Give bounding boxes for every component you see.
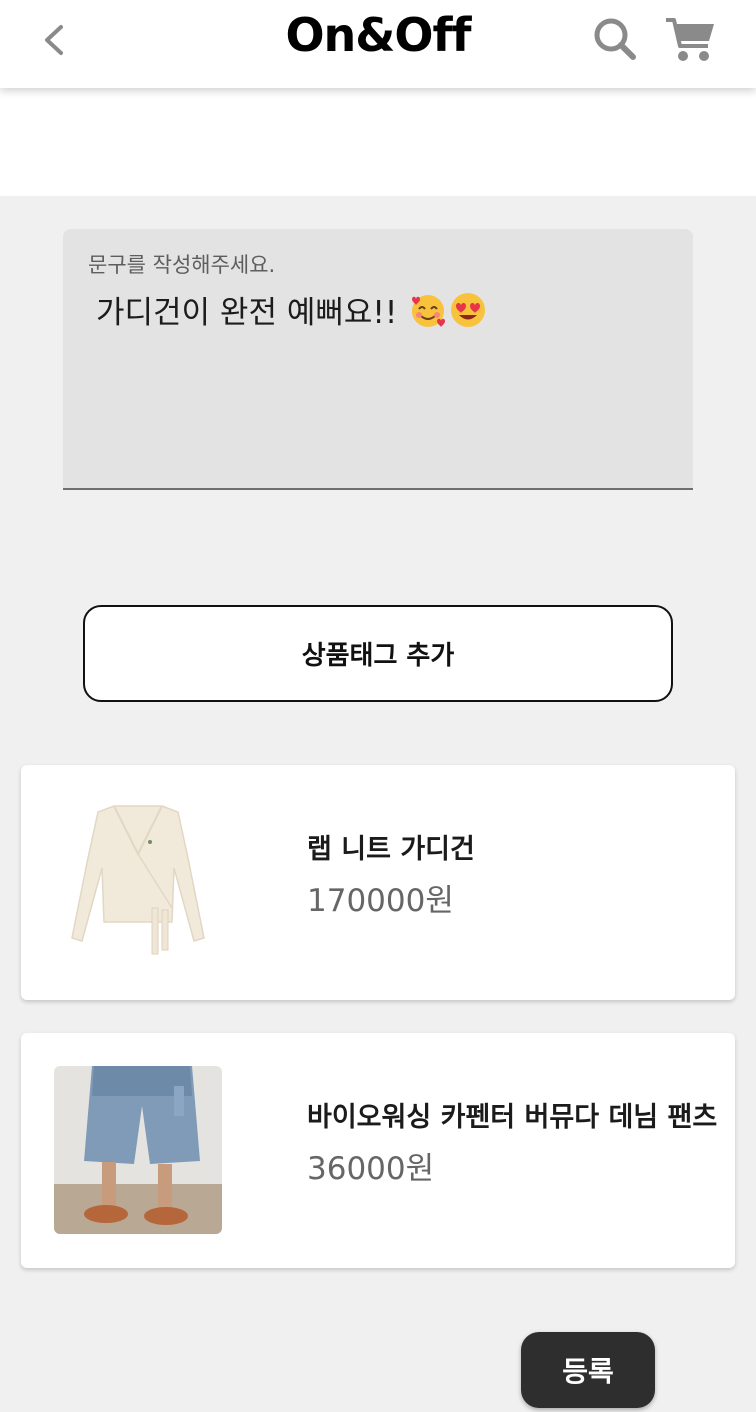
- cardigan-image: [54, 798, 222, 966]
- product-image: [54, 798, 222, 966]
- caption-field[interactable]: 문구를 작성해주세요. 가디건이 완전 예뻐요!!: [63, 229, 693, 490]
- caption-text: 가디건이 완전 예뻐요!!: [96, 295, 398, 331]
- product-price: 36000원: [307, 1151, 435, 1187]
- search-icon: [594, 18, 636, 60]
- product-name: 바이오워싱 카펜터 버뮤다 데님 팬츠: [307, 1102, 718, 1133]
- smiling-face-with-hearts-emoji: [412, 294, 446, 327]
- image-area: [0, 88, 756, 196]
- caption-input[interactable]: 가디건이 완전 예뻐요!!: [96, 287, 487, 332]
- product-name: 랩 니트 가디건: [307, 834, 475, 865]
- submit-button[interactable]: 등록: [521, 1332, 655, 1408]
- top-app-bar: On&Off: [0, 0, 756, 88]
- app-title: On&Off: [285, 8, 471, 62]
- product-card[interactable]: 바이오워싱 카펜터 버뮤다 데님 팬츠 36000원: [21, 1033, 735, 1268]
- product-price: 170000원: [307, 883, 454, 919]
- cart-icon: [666, 18, 714, 61]
- denim-shorts-image: [54, 1066, 222, 1234]
- product-card[interactable]: 랩 니트 가디건 170000원: [21, 765, 735, 1000]
- product-image: [54, 1066, 222, 1234]
- add-product-tag-button[interactable]: 상품태그 추가: [83, 605, 673, 702]
- caption-label: 문구를 작성해주세요.: [88, 253, 276, 277]
- cart-button[interactable]: [664, 14, 716, 64]
- search-button[interactable]: [590, 14, 640, 64]
- heart-eyes-emoji: [451, 292, 486, 327]
